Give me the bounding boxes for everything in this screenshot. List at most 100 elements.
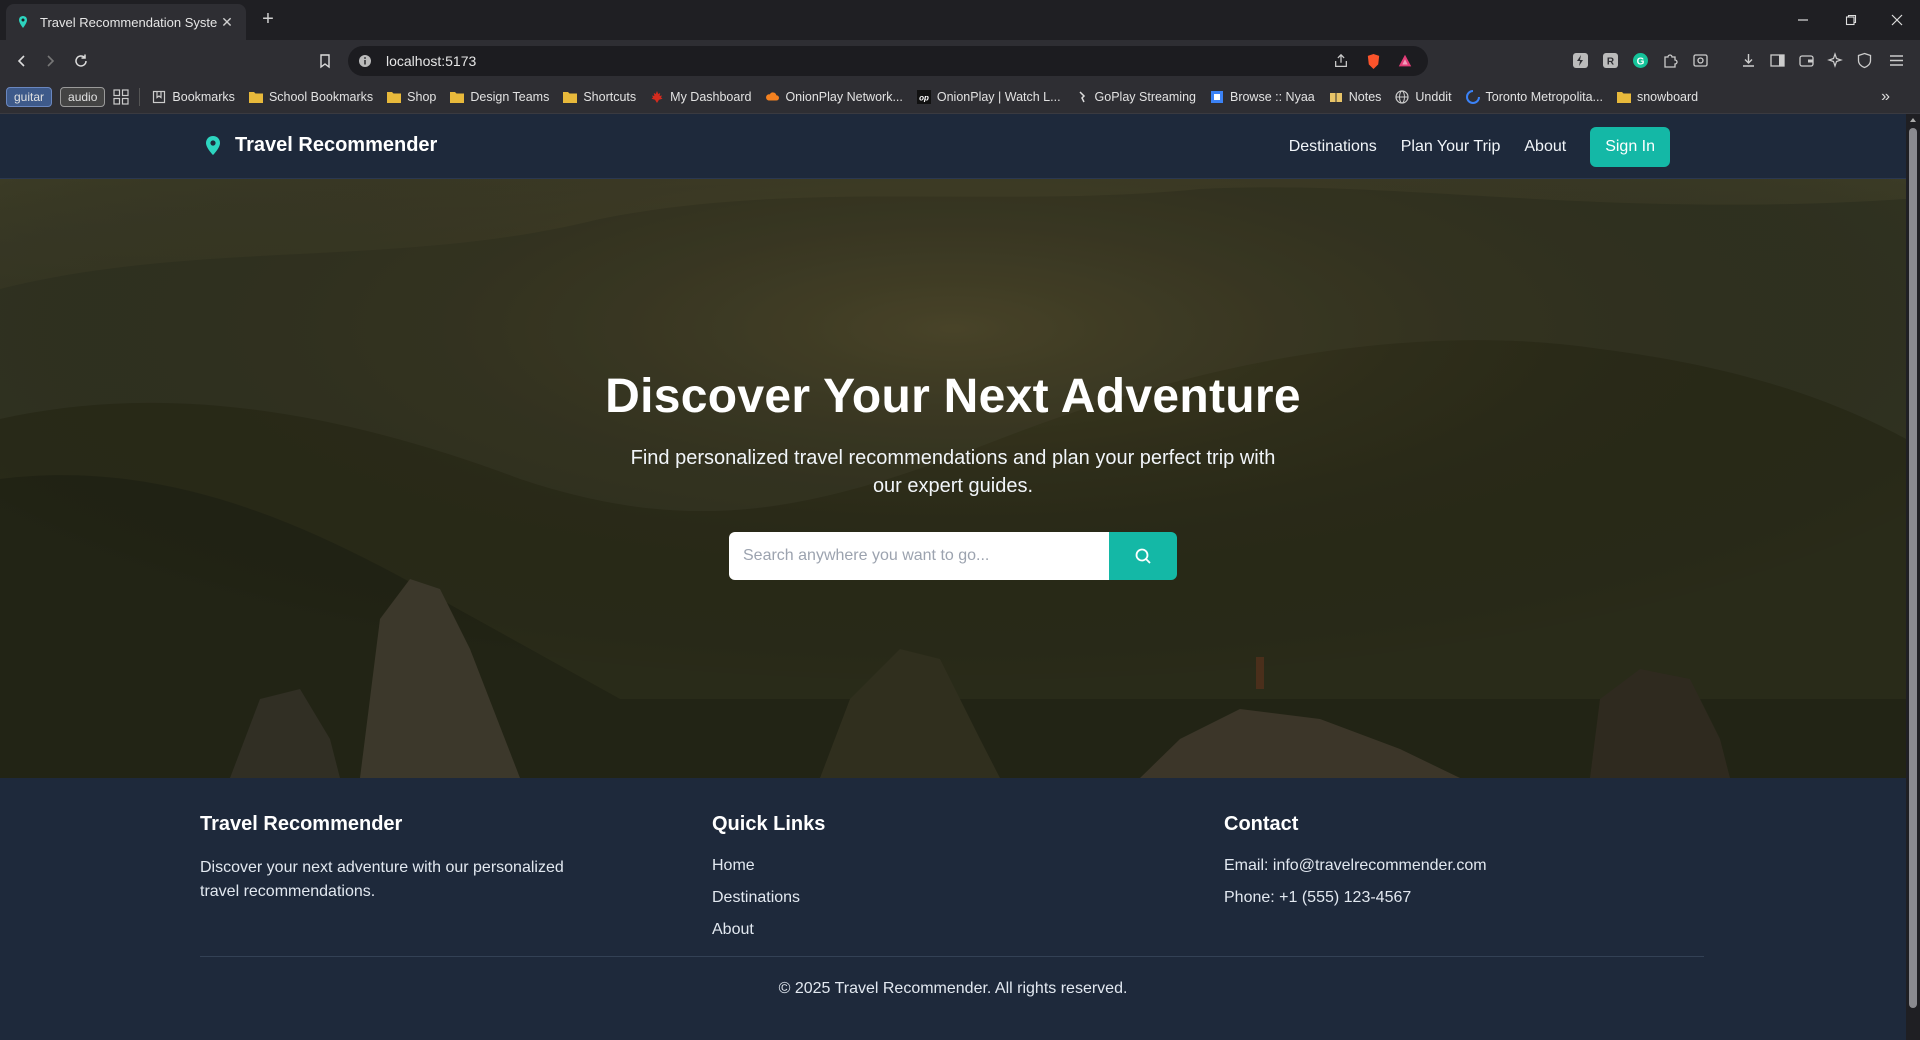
page-scrollbar[interactable] — [1906, 114, 1920, 1040]
search-icon — [1135, 548, 1151, 564]
bookmark-label: OnionPlay Network... — [785, 89, 903, 104]
nav-destinations[interactable]: Destinations — [1289, 138, 1377, 156]
bookmark-label: Browse :: Nyaa — [1229, 89, 1315, 104]
op-icon: op — [916, 89, 931, 104]
bookmark-label: Notes — [1348, 89, 1382, 104]
brave-shields-icon[interactable] — [1364, 52, 1382, 70]
brave-rewards-icon[interactable] — [1396, 52, 1414, 70]
footer-email: Email: info@travelrecommender.com — [1224, 857, 1487, 874]
bookmark-my-dashboard[interactable]: My Dashboard — [650, 90, 751, 104]
folder-icon — [248, 90, 263, 104]
reload-icon[interactable] — [68, 48, 94, 74]
search-input[interactable] — [729, 532, 1109, 580]
close-window-icon[interactable] — [1874, 0, 1920, 40]
map-pin-icon — [19, 16, 27, 28]
share-icon[interactable] — [1332, 52, 1350, 70]
bookmark-nyaa[interactable]: Browse :: Nyaa — [1210, 90, 1315, 104]
bookmark-label: Shortcuts — [583, 89, 637, 104]
bookmark-label: OnionPlay | Watch L... — [936, 89, 1061, 104]
bookmark-label: My Dashboard — [670, 89, 752, 104]
site-info-icon[interactable] — [358, 54, 372, 68]
extension-r-icon[interactable]: R — [1600, 50, 1620, 70]
vpn-shield-icon[interactable] — [1854, 50, 1874, 70]
page-viewport: Travel Recommender Destinations Plan You… — [0, 114, 1906, 1040]
main-nav: Destinations Plan Your Trip About Sign I… — [1265, 127, 1670, 167]
bookmark-unddit[interactable]: Unddit — [1395, 90, 1452, 104]
screenshot-icon[interactable] — [1690, 50, 1710, 70]
leo-ai-icon[interactable] — [1825, 50, 1845, 70]
bookmark-school[interactable]: School Bookmarks — [248, 90, 373, 104]
sign-in-button[interactable]: Sign In — [1590, 127, 1670, 167]
hero-subtitle: Find personalized travel recommendations… — [630, 447, 1276, 497]
bookmark-label: Bookmarks — [172, 89, 235, 104]
more-bookmarks-icon[interactable]: » — [1881, 88, 1890, 106]
footer-contact: Contact Email: info@travelrecommender.co… — [1224, 813, 1624, 920]
address-bar[interactable]: localhost:5173 — [348, 46, 1428, 76]
bookmark-onionplay-watch[interactable]: op OnionPlay | Watch L... — [916, 89, 1061, 104]
bookmark-shortcuts[interactable]: Shortcuts — [563, 90, 636, 104]
minimize-icon[interactable] — [1780, 0, 1826, 40]
footer-link-home[interactable]: Home — [712, 856, 1112, 876]
new-tab-icon[interactable]: + — [256, 8, 280, 32]
folder-icon — [1616, 90, 1631, 104]
extension-bolt-icon[interactable] — [1570, 50, 1590, 70]
bookmark-label: Toronto Metropolita... — [1485, 89, 1603, 104]
back-icon[interactable] — [9, 48, 35, 74]
bookmark-snowboard[interactable]: snowboard — [1616, 89, 1699, 104]
menu-icon[interactable] — [1886, 50, 1906, 70]
nav-plan-your-trip[interactable]: Plan Your Trip — [1401, 138, 1501, 156]
bookmark-label: Shop — [407, 89, 437, 104]
bookmark-label: Design Teams — [470, 89, 550, 104]
sidebar-icon[interactable] — [1767, 50, 1787, 70]
wallet-icon[interactable] — [1796, 50, 1816, 70]
scrollbar-thumb[interactable] — [1909, 128, 1917, 1008]
scroll-up-icon[interactable] — [1909, 116, 1917, 124]
hero-section: Discover Your Next Adventure Find person… — [0, 179, 1906, 778]
nav-about[interactable]: About — [1524, 138, 1566, 156]
svg-text:op: op — [919, 93, 929, 102]
forward-icon[interactable] — [37, 48, 63, 74]
close-tab-icon[interactable]: ✕ — [218, 14, 236, 31]
footer-phone: Phone: +1 (555) 123-4567 — [1224, 889, 1412, 906]
bookmark-page-icon[interactable] — [312, 48, 338, 74]
footer-divider — [200, 956, 1704, 957]
bookmark-toronto-metropolitan[interactable]: Toronto Metropolita... — [1465, 89, 1603, 104]
bookmarks-icon — [152, 90, 166, 104]
bookmark-onionplay-network[interactable]: OnionPlay Network... — [765, 89, 903, 104]
browser-tab[interactable]: Travel Recommendation System ✕ — [6, 4, 246, 40]
bookmark-notes[interactable]: Notes — [1329, 89, 1382, 104]
tab-strip: Travel Recommendation System ✕ + — [0, 0, 1920, 40]
search-button[interactable] — [1109, 532, 1177, 580]
apps-grid-icon[interactable] — [113, 88, 130, 105]
footer-link-about[interactable]: About — [712, 920, 1112, 940]
tab-title: Travel Recommendation System — [40, 14, 218, 30]
browser-toolbar: localhost:5173 R G — [0, 40, 1920, 80]
footer-contact-title: Contact — [1224, 813, 1299, 835]
footer-about-title: Travel Recommender — [200, 813, 403, 835]
bookmark-chip-guitar[interactable]: guitar — [6, 86, 53, 107]
site-footer: Travel Recommender Discover your next ad… — [0, 778, 1906, 1040]
restore-icon[interactable] — [1828, 0, 1874, 40]
bookmark-chip-audio[interactable]: audio — [60, 86, 106, 107]
search-bar — [729, 532, 1177, 580]
bookmark-bookmarks[interactable]: Bookmarks — [152, 90, 235, 104]
map-pin-icon — [206, 135, 220, 155]
downloads-icon[interactable] — [1738, 50, 1758, 70]
footer-link-destinations[interactable]: Destinations — [712, 888, 1112, 908]
site-header: Travel Recommender Destinations Plan You… — [0, 114, 1906, 179]
goplay-icon — [1075, 90, 1089, 104]
footer-about: Travel Recommender Discover your next ad… — [200, 813, 600, 904]
bookmark-design-teams[interactable]: Design Teams — [450, 90, 549, 104]
folder-icon — [387, 90, 402, 104]
footer-links-title: Quick Links — [712, 813, 826, 835]
footer-about-text: Discover your next adventure with our pe… — [200, 859, 564, 900]
extensions-puzzle-icon[interactable] — [1660, 50, 1680, 70]
tmu-icon — [1465, 89, 1480, 104]
maple-leaf-icon — [650, 90, 664, 104]
bookmark-label: snowboard — [1636, 89, 1699, 104]
brand-logo[interactable]: Travel Recommender — [203, 134, 437, 157]
bookmark-goplay[interactable]: GoPlay Streaming — [1075, 90, 1196, 104]
bookmark-shop[interactable]: Shop — [387, 90, 436, 104]
grammarly-icon[interactable]: G — [1630, 50, 1650, 70]
folder-icon — [450, 90, 465, 104]
